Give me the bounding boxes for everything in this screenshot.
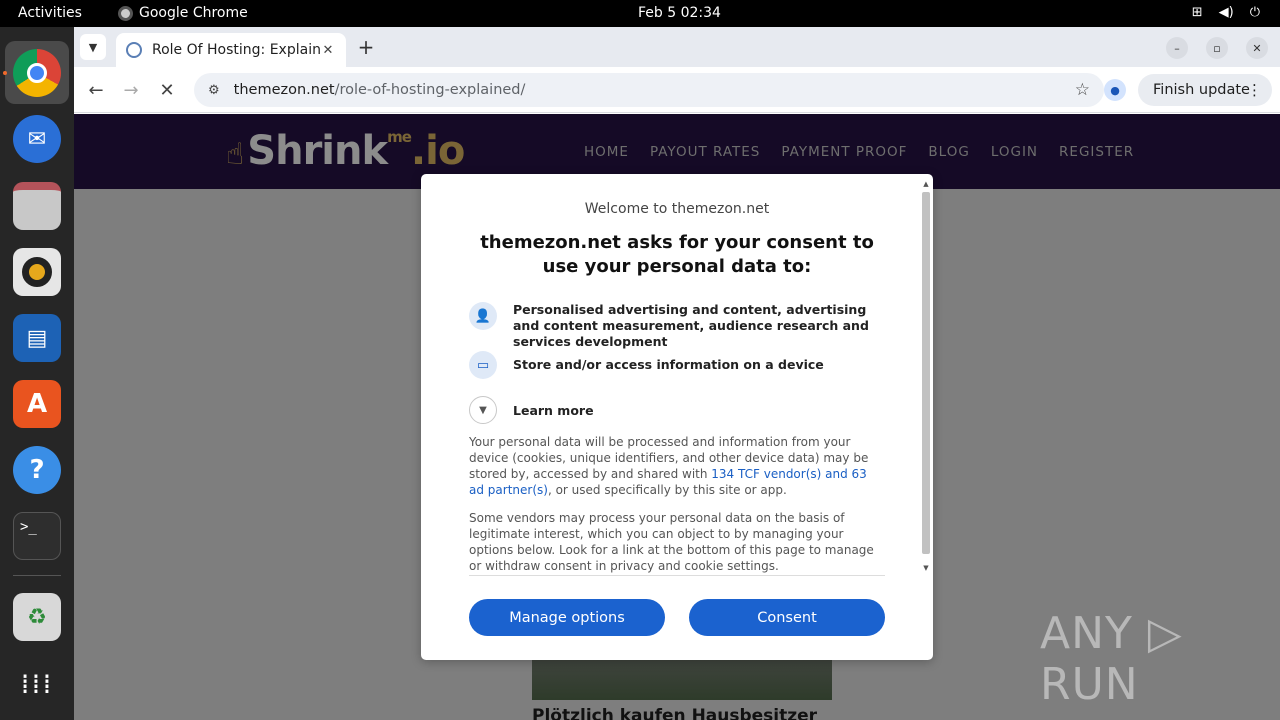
scroll-down-icon[interactable]: ▼ [921, 564, 931, 572]
tab-title: Role Of Hosting: Explain [152, 42, 320, 58]
url-path: /role-of-hosting-explained/ [334, 82, 526, 98]
site-nav: HOME PAYOUT RATES PAYMENT PROOF BLOG LOG… [584, 144, 1134, 160]
consent-welcome: Welcome to themezon.net [584, 201, 770, 217]
system-tray[interactable]: ⊞ ◀) ⏻ [1192, 5, 1260, 20]
browser-toolbar: ← → ✕ ⚙ themezon.net/role-of-hosting-exp… [74, 67, 1280, 113]
tab-search-button[interactable]: ▼ [80, 34, 106, 60]
logo-io: .io [410, 128, 465, 174]
nav-home[interactable]: HOME [584, 144, 629, 160]
learn-more-toggle[interactable]: ▼ Learn more [469, 396, 594, 424]
rhythmbox-disc [22, 257, 52, 287]
running-indicator [3, 71, 7, 75]
dock: ✉ ▤ A ? >_ ♻ ⁞⁞⁞ [0, 27, 74, 720]
chrome-small-icon [118, 5, 133, 21]
scrollbar-thumb[interactable] [922, 192, 930, 554]
nav-payout-rates[interactable]: PAYOUT RATES [650, 144, 760, 160]
close-window-button[interactable]: ✕ [1246, 37, 1268, 59]
nav-register[interactable]: REGISTER [1059, 144, 1134, 160]
tab-strip: ▼ Role Of Hosting: Explain ✕ + – ▫ ✕ [74, 27, 1280, 67]
kebab-menu-icon[interactable]: ⋮ [1247, 81, 1262, 99]
hand-pointer-icon: ☝ [226, 137, 244, 172]
finish-update-button[interactable]: Finish update ⋮ [1138, 74, 1272, 106]
maximize-button[interactable]: ▫ [1206, 37, 1228, 59]
devices-icon: ▭ [469, 351, 497, 379]
site-logo[interactable]: ☝ Shrinkme.io [226, 128, 465, 174]
files-icon[interactable] [13, 182, 61, 230]
tab-active[interactable]: Role Of Hosting: Explain ✕ [116, 33, 346, 67]
purpose-personalised-ads: 👤 Personalised advertising and content, … [469, 302, 883, 350]
manage-options-button[interactable]: Manage options [469, 599, 665, 636]
url-host: themezon.net [233, 82, 335, 98]
clock[interactable]: Feb 5 02:34 [638, 5, 721, 21]
help-icon[interactable]: ? [13, 446, 61, 494]
consent-divider [469, 575, 885, 576]
app-grid-icon[interactable]: ⁞⁞⁞ [13, 659, 61, 707]
dock-separator [13, 575, 61, 576]
purpose-label: Store and/or access information on a dev… [513, 357, 824, 372]
consent-paragraph-1: Your personal data will be processed and… [469, 434, 885, 498]
thunderbird-icon[interactable]: ✉ [13, 115, 61, 163]
system-top-bar: Activities Google Chrome Feb 5 02:34 ⊞ ◀… [0, 0, 1280, 27]
network-icon: ⊞ [1191, 5, 1203, 20]
purpose-label: Personalised advertising and content, ad… [513, 302, 869, 349]
close-tab-icon[interactable]: ✕ [320, 43, 336, 58]
rhythmbox-icon[interactable] [13, 248, 61, 296]
loading-favicon-icon [126, 42, 142, 58]
address-bar[interactable]: ⚙ themezon.net/role-of-hosting-explained… [194, 73, 1104, 107]
logo-text: Shrink [247, 128, 388, 174]
consent-dialog: Welcome to themezon.net themezon.net ask… [421, 174, 933, 660]
scroll-up-icon[interactable]: ▲ [921, 180, 931, 188]
purpose-store-access: ▭ Store and/or access information on a d… [469, 351, 883, 379]
terminal-icon[interactable]: >_ [13, 512, 61, 560]
app-center-icon[interactable]: A [13, 380, 61, 428]
learn-more-label: Learn more [513, 402, 594, 418]
new-tab-button[interactable]: + [354, 35, 378, 59]
volume-icon: ◀) [1218, 5, 1234, 20]
activities-button[interactable]: Activities [18, 5, 82, 21]
chrome-icon[interactable] [13, 49, 61, 97]
consent-paragraph-2: Some vendors may process your personal d… [469, 511, 874, 573]
minimize-button[interactable]: – [1166, 37, 1188, 59]
stop-loading-button[interactable]: ✕ [156, 79, 178, 101]
app-name: Google Chrome [139, 5, 248, 21]
chevron-down-icon: ▼ [88, 40, 98, 54]
bookmark-star-icon[interactable]: ☆ [1075, 80, 1090, 100]
writer-icon[interactable]: ▤ [13, 314, 61, 362]
power-icon: ⏻ [1249, 5, 1260, 20]
nav-payment-proof[interactable]: PAYMENT PROOF [781, 144, 907, 160]
finish-update-label: Finish update [1153, 82, 1250, 98]
trash-icon[interactable]: ♻ [13, 593, 61, 641]
nav-login[interactable]: LOGIN [991, 144, 1038, 160]
profile-icon[interactable]: ● [1104, 79, 1126, 101]
article-title[interactable]: Plötzlich kaufen Hausbesitzer [532, 706, 817, 720]
consent-scroll-area[interactable]: Welcome to themezon.net themezon.net ask… [421, 174, 933, 576]
para1-text-end: , or used specifically by this site or a… [547, 483, 787, 497]
site-info-icon[interactable]: ⚙ [208, 83, 220, 98]
consent-button[interactable]: Consent [689, 599, 885, 636]
logo-me: me [387, 128, 412, 146]
consent-headline: themezon.net asks for your consent to us… [480, 232, 874, 277]
chrome-icon-center [27, 63, 47, 83]
forward-button[interactable]: → [120, 79, 142, 101]
app-menu[interactable]: Google Chrome [118, 5, 248, 21]
person-icon: 👤 [469, 302, 497, 330]
nav-blog[interactable]: BLOG [928, 144, 969, 160]
anyrun-watermark: ANY ▷ RUN [1040, 608, 1183, 710]
consent-scrollbar[interactable]: ▲ ▼ [921, 180, 931, 572]
chevron-down-icon: ▼ [469, 396, 497, 424]
back-button[interactable]: ← [85, 79, 107, 101]
